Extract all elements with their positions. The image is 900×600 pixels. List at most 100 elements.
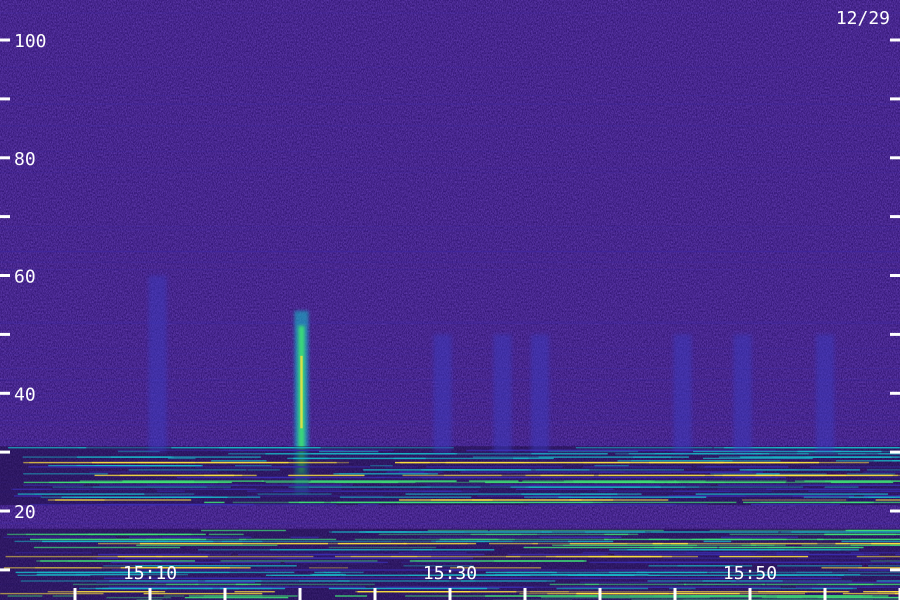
- y-tick-right: [890, 391, 900, 395]
- emission-band: [0, 446, 900, 506]
- band-streak: [79, 587, 240, 590]
- y-tick-right: [890, 156, 900, 160]
- band-streak: [319, 450, 379, 453]
- band-streak: [572, 577, 739, 579]
- noise-streak: [0, 250, 900, 252]
- x-tick: [298, 588, 302, 600]
- band-streak: [584, 583, 687, 586]
- band-streak: [323, 571, 364, 574]
- band-streak: [633, 456, 689, 458]
- band-streak: [604, 533, 629, 536]
- band-streak: [703, 540, 732, 543]
- band-streak: [669, 587, 696, 590]
- band-streak: [679, 586, 760, 588]
- weak-emission: [673, 334, 692, 453]
- band-streak: [198, 549, 381, 551]
- band-streak: [742, 549, 841, 551]
- band-streak: [668, 495, 830, 497]
- band-streak: [511, 553, 605, 556]
- band-streak: [328, 546, 437, 549]
- noise-streak: [0, 322, 900, 324]
- band-streak: [204, 501, 225, 504]
- y-tick-left: [0, 274, 10, 277]
- band-streak: [330, 501, 514, 504]
- noise-streak: [0, 103, 900, 105]
- band-streak: [863, 471, 900, 473]
- x-tick: [748, 588, 752, 600]
- band-streak: [842, 561, 900, 564]
- y-minor-tick-left: [0, 332, 10, 336]
- y-minor-tick-right: [890, 97, 900, 101]
- y-minor-tick-left: [0, 215, 10, 219]
- band-streak: [567, 503, 708, 506]
- band-streak: [115, 586, 243, 588]
- band-streak: [283, 484, 353, 486]
- band-streak: [23, 461, 196, 464]
- noise-streak: [0, 522, 900, 524]
- band-streak: [443, 474, 564, 477]
- band-streak: [124, 557, 296, 559]
- y-minor-tick-left: [0, 97, 10, 101]
- band-streak: [825, 533, 900, 536]
- band-streak: [741, 544, 775, 546]
- weak-emission: [531, 334, 549, 453]
- band-streak: [128, 536, 252, 538]
- spectrogram: 100 80 60 40 20 15:10 15:30 15:50 12/29: [0, 0, 900, 600]
- band-streak: [585, 531, 779, 533]
- band-streak: [238, 553, 358, 556]
- band-streak: [3, 536, 117, 538]
- band-streak: [874, 460, 900, 462]
- band-streak: [627, 561, 679, 564]
- band-streak: [201, 529, 286, 532]
- band-streak: [547, 450, 639, 453]
- band-streak: [628, 453, 762, 455]
- band-streak: [802, 484, 825, 486]
- band-streak: [234, 591, 275, 593]
- band-streak: [15, 552, 92, 554]
- band-streak: [524, 496, 611, 498]
- band-streak: [489, 529, 664, 532]
- x-tick: [523, 588, 527, 600]
- band-streak: [841, 540, 900, 543]
- band-streak: [809, 466, 845, 468]
- band-streak: [17, 574, 91, 576]
- band-streak: [203, 595, 263, 597]
- band-streak: [384, 466, 419, 468]
- band-streak: [522, 480, 652, 482]
- band-streak: [825, 480, 891, 482]
- date-label: 12/29: [836, 8, 890, 29]
- band-streak: [704, 538, 753, 541]
- band-streak: [154, 488, 230, 490]
- band-streak: [579, 581, 678, 583]
- band-streak: [23, 481, 219, 484]
- noise-streak: [0, 167, 900, 169]
- band-streak: [67, 560, 119, 562]
- x-tick-label: 15:10: [123, 563, 177, 584]
- weak-emission: [816, 334, 834, 453]
- band-streak: [47, 591, 159, 593]
- band-streak: [339, 496, 472, 498]
- band-streak: [48, 465, 196, 467]
- band-streak: [290, 536, 319, 538]
- noise-streak: [0, 226, 900, 228]
- band-streak: [846, 473, 896, 475]
- band-streak: [435, 540, 491, 543]
- noise-streak: [0, 321, 900, 323]
- band-streak: [594, 465, 629, 467]
- band-streak: [427, 529, 489, 532]
- noise-streak: [0, 171, 900, 173]
- band-streak: [766, 583, 900, 586]
- band-streak: [510, 486, 661, 488]
- band-streak: [87, 496, 205, 498]
- band-streak: [28, 466, 150, 468]
- band-streak: [52, 486, 231, 488]
- y-minor-tick-right: [890, 450, 900, 454]
- y-tick-right: [890, 38, 900, 42]
- band-streak: [0, 592, 104, 595]
- band-streak: [357, 503, 379, 506]
- band-streak: [220, 560, 378, 562]
- y-tick-label: 60: [14, 267, 36, 288]
- band-streak: [309, 567, 348, 569]
- band-streak: [704, 466, 789, 468]
- y-tick-right: [890, 274, 900, 277]
